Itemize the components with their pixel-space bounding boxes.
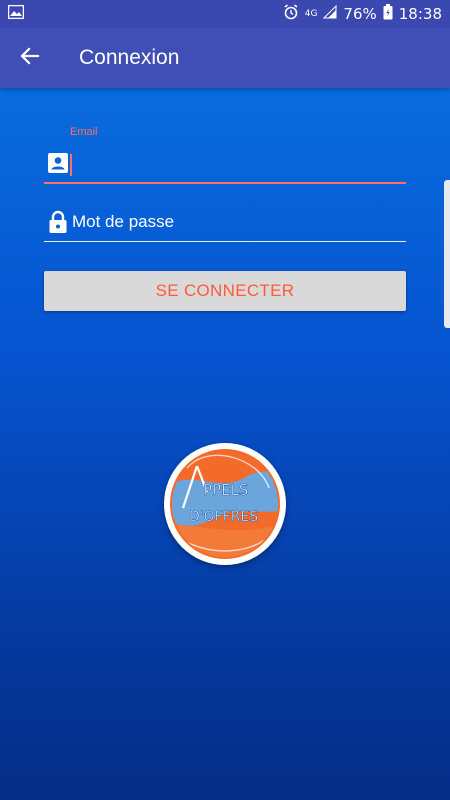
signal-icon — [323, 4, 337, 23]
status-right: 4G 76% 18:38 — [283, 4, 442, 24]
email-input[interactable] — [70, 147, 406, 179]
arrow-left-icon — [20, 46, 40, 70]
password-input[interactable] — [70, 205, 406, 238]
logo-text-line1: PPELS — [203, 481, 248, 499]
app-bar: Connexion — [0, 28, 450, 88]
email-label: Email — [70, 126, 98, 138]
clock: 18:38 — [398, 5, 442, 23]
image-icon — [7, 4, 25, 23]
back-button[interactable] — [0, 28, 60, 88]
logo-text-line2: D'OFFRES — [189, 509, 258, 525]
logo-graphic: PPELS D'OFFRES — [170, 449, 280, 559]
account-box-icon — [46, 151, 70, 175]
email-field[interactable] — [44, 144, 406, 184]
status-bar: 4G 76% 18:38 — [0, 0, 450, 28]
scroll-handle[interactable] — [444, 180, 450, 328]
alarm-icon — [283, 4, 299, 24]
network-label: 4G — [304, 9, 318, 19]
lock-icon — [46, 210, 70, 234]
status-left — [7, 4, 25, 23]
password-field[interactable] — [44, 202, 406, 242]
battery-percent: 76% — [343, 5, 377, 23]
text-cursor — [70, 154, 72, 176]
battery-icon — [383, 4, 393, 24]
login-button[interactable]: SE CONNECTER — [44, 271, 406, 311]
app-logo: PPELS D'OFFRES — [164, 443, 286, 565]
page-title: Connexion — [79, 46, 180, 69]
